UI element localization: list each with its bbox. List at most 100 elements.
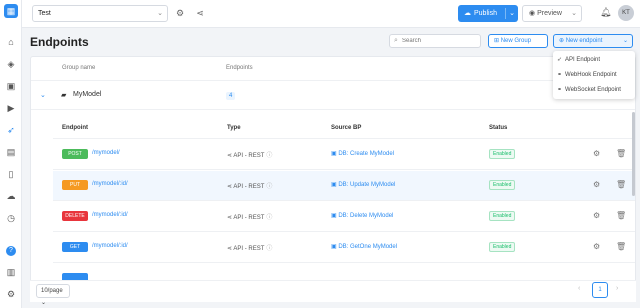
trash-icon[interactable]: 🗑︎ [616, 211, 626, 220]
menu-item-api-endpoint[interactable]: ➶ API Endpoint [557, 54, 600, 66]
info-icon[interactable]: ⓘ [266, 246, 272, 252]
group-name: MyModel [73, 91, 102, 98]
source-bp-link[interactable]: ▣ DB: GetOne MyModel [331, 243, 397, 250]
layout-icon[interactable]: ▤ [5, 146, 17, 158]
endpoint-path-link[interactable]: /mymodel/:id/ [92, 212, 128, 218]
endpoint-type: ⋖ API - REST ⓘ [227, 150, 272, 159]
page-number-current[interactable]: 1 [592, 282, 608, 298]
column-header: Status [489, 125, 508, 131]
mobile-icon[interactable]: ▯ [5, 168, 17, 180]
source-label: DB: Update MyModel [338, 182, 396, 188]
help-icon[interactable]: ? [6, 246, 16, 256]
publish-button[interactable]: ☁ Publish ⌄ [458, 5, 518, 22]
type-label: API - REST [233, 246, 265, 252]
clock-icon[interactable]: ◷ [5, 212, 17, 224]
cloud-icon: ☁ [464, 10, 471, 17]
avatar[interactable]: KT [618, 5, 634, 21]
docs-icon[interactable]: ▥ [5, 266, 17, 278]
endpoint-type: ⋖ API - REST ⓘ [227, 181, 272, 190]
chevron-down-icon[interactable]: ⌄ [40, 91, 46, 99]
plus-circle-icon: ⊕ [559, 38, 566, 44]
share-icon[interactable]: ⋖ [194, 7, 206, 19]
gear-icon[interactable]: ⚙ [593, 242, 600, 251]
menu-item-webhook-endpoint[interactable]: ⚭ WebHook Endpoint [557, 69, 617, 81]
add-folder-icon: ⊞ [494, 38, 501, 44]
column-header: Endpoint [62, 125, 88, 131]
new-endpoint-button[interactable]: ⊕ New endpoint ⌄ [553, 34, 633, 48]
endpoints-rocket-icon[interactable]: ➶ [5, 124, 17, 136]
status-badge: Enabled [489, 211, 516, 221]
scrollbar[interactable] [632, 112, 635, 196]
menu-item-label: API Endpoint [565, 57, 601, 63]
rocket-icon: ➶ [557, 57, 563, 63]
socket-icon: ⚭ [557, 87, 563, 93]
page-size-select[interactable]: 10/page ⌄ [36, 284, 70, 306]
info-icon[interactable]: ⓘ [266, 153, 272, 159]
method-badge: DELETE [62, 211, 88, 221]
home-icon[interactable]: ⌂ [5, 36, 17, 48]
source-bp-link[interactable]: ▣ DB: Create MyModel [331, 150, 394, 157]
status-badge: Enabled [489, 149, 516, 159]
group-row[interactable]: ⌄ ▰ MyModel 4 [31, 82, 635, 110]
play-icon[interactable]: ▶ [5, 102, 17, 114]
new-group-label: New Group [500, 38, 532, 44]
left-rail: ▦ ⌂ ◈ ▣ ▶ ➶ ▤ ▯ ☁ ◷ ? ▥ ⚙ [0, 0, 22, 308]
project-select[interactable]: Test ⌄ [32, 5, 168, 22]
trash-icon[interactable]: 🗑︎ [616, 242, 626, 251]
bell-icon[interactable]: 🔔︎ [600, 7, 611, 18]
endpoint-type: ⋖ API - REST ⓘ [227, 243, 272, 252]
trash-icon[interactable]: 🗑︎ [616, 149, 626, 158]
menu-item-websocket-endpoint[interactable]: ⚭ WebSocket Endpoint [557, 84, 621, 96]
chevron-down-icon: ⌄ [157, 10, 163, 17]
chevron-left-icon[interactable]: ‹ [578, 285, 580, 292]
cloud-upload-icon[interactable]: ☁ [5, 190, 17, 202]
gear-icon[interactable]: ⚙ [593, 211, 600, 220]
table-row[interactable]: PUT /mymodel/:id/ ⋖ API - REST ⓘ ▣ DB: Up… [53, 171, 635, 201]
publish-label: Publish [474, 10, 497, 17]
endpoint-path-link[interactable]: /mymodel/ [92, 150, 120, 156]
app-logo-icon[interactable]: ▦ [4, 4, 18, 18]
search-icon: ⌕ [394, 37, 398, 44]
endpoint-type: ⋖ API - REST ⓘ [227, 212, 272, 221]
chevron-right-icon[interactable]: › [616, 285, 618, 292]
endpoint-table-header: Endpoint Type Source BP Status [53, 117, 635, 139]
table-row[interactable]: DELETE /mymodel/:id/ ⋖ API - REST ⓘ ▣ DB:… [53, 202, 635, 232]
new-endpoint-menu: ➶ API Endpoint ⚭ WebHook Endpoint ⚭ WebSock… [553, 51, 635, 99]
method-badge: POST [62, 149, 88, 159]
column-header: Endpoints [226, 65, 253, 71]
endpoint-table: Endpoint Type Source BP Status POST /mym… [53, 117, 635, 301]
column-header: Group name [62, 65, 96, 71]
project-name: Test [38, 10, 51, 17]
folder-icon: ▰ [61, 92, 67, 99]
gear-icon[interactable]: ⚙ [593, 149, 600, 158]
chevron-down-icon[interactable]: ⌄ [509, 5, 515, 22]
source-label: DB: Create MyModel [338, 151, 395, 157]
trash-icon[interactable]: 🗑︎ [616, 180, 626, 189]
top-bar: Test ⌄ ⚙ ⋖ ☁ Publish ⌄ ◉ Preview ⌄ 🔔︎ KT [22, 0, 640, 28]
search-input[interactable] [402, 36, 478, 46]
table-row[interactable]: POST /mymodel/ ⋖ API - REST ⓘ ▣ DB: Creat… [53, 140, 635, 170]
pagination-bar: 10/page ⌄ ‹ 1 › [30, 280, 636, 306]
new-group-button[interactable]: ⊞ New Group [488, 34, 548, 48]
source-label: DB: Delete MyModel [338, 213, 394, 219]
method-badge: GET [62, 242, 88, 252]
settings-icon[interactable]: ⚙ [5, 288, 17, 300]
table-row[interactable]: GET /mymodel/:id/ ⋖ API - REST ⓘ ▣ DB: Ge… [53, 233, 635, 263]
gear-icon[interactable]: ⚙ [593, 180, 600, 189]
column-header: Type [227, 125, 241, 131]
endpoints-card: Group name Endpoints ⌄ ▰ MyModel 4 Endpo… [30, 56, 636, 302]
search-box[interactable]: ⌕ [389, 34, 481, 48]
link-icon: ⚭ [557, 72, 563, 78]
preview-button[interactable]: ◉ Preview ⌄ [522, 5, 582, 22]
info-icon[interactable]: ⓘ [266, 184, 272, 190]
info-icon[interactable]: ⓘ [266, 215, 272, 221]
gear-icon[interactable]: ⚙ [174, 7, 186, 19]
source-bp-link[interactable]: ▣ DB: Delete MyModel [331, 212, 393, 219]
endpoint-path-link[interactable]: /mymodel/:id/ [92, 181, 128, 187]
page-title: Endpoints [30, 35, 89, 49]
cube-icon[interactable]: ◈ [5, 58, 17, 70]
method-badge: PUT [62, 180, 88, 190]
source-bp-link[interactable]: ▣ DB: Update MyModel [331, 181, 395, 188]
endpoint-path-link[interactable]: /mymodel/:id/ [92, 243, 128, 249]
database-icon[interactable]: ▣ [5, 80, 17, 92]
